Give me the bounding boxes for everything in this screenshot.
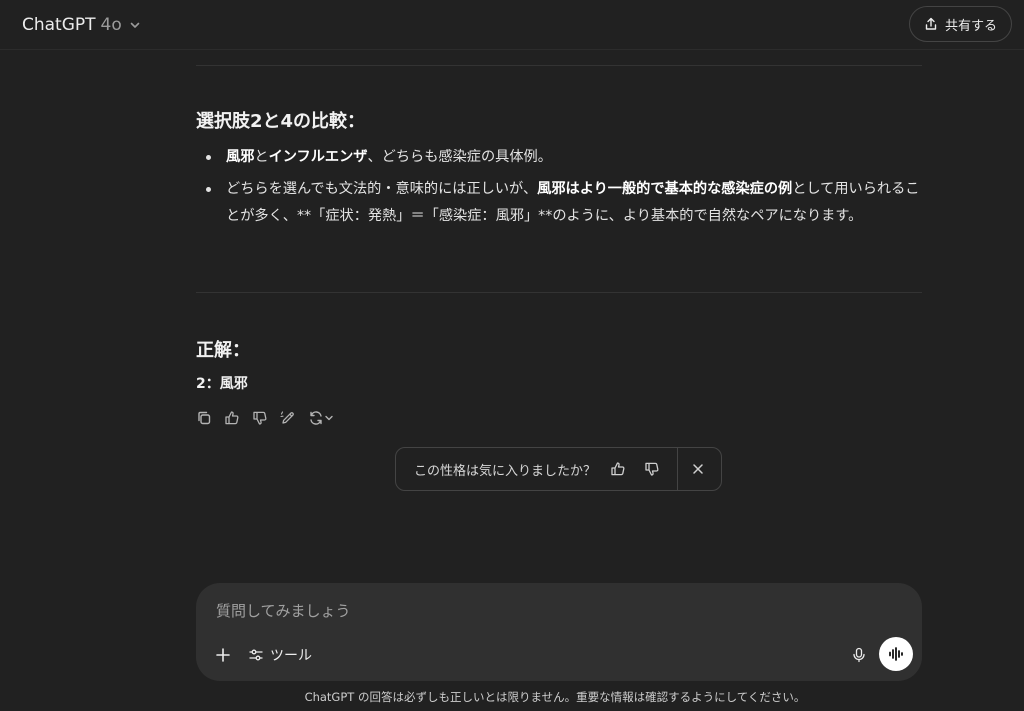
- section-heading-answer: 正解：: [196, 340, 250, 361]
- edit-icon: [280, 411, 294, 424]
- list-text: どちらを選んでも文法的・意味的には正しいが、: [226, 181, 538, 197]
- copy-button[interactable]: [193, 407, 215, 429]
- chevron-down-icon: [130, 22, 140, 28]
- top-bar: ChatGPT 4o 共有する: [0, 0, 1024, 50]
- close-icon: [693, 464, 703, 474]
- good-response-button[interactable]: [221, 407, 243, 429]
- regenerate-icon: [310, 411, 322, 425]
- thumbs-up-icon: [225, 411, 239, 425]
- add-attachment-button[interactable]: [210, 642, 236, 668]
- thumbs-up-icon: [611, 462, 625, 476]
- answer-text: 2：風邪: [196, 376, 248, 392]
- share-icon: [925, 17, 937, 30]
- divider: [196, 292, 922, 293]
- plus-icon: [216, 648, 230, 662]
- feedback-like-button[interactable]: [601, 454, 635, 484]
- regenerate-button[interactable]: [305, 407, 337, 429]
- chevron-down-icon: [325, 415, 333, 421]
- model-name: ChatGPT: [22, 15, 96, 35]
- share-button[interactable]: 共有する: [908, 6, 1012, 42]
- copy-icon: [198, 411, 211, 425]
- section-heading-comparison: 選択肢2と4の比較：: [196, 111, 366, 132]
- list-text: と: [254, 149, 269, 165]
- bad-response-button[interactable]: [249, 407, 271, 429]
- prompt-input[interactable]: [216, 599, 856, 623]
- personality-feedback-card: この性格は気に入りましたか？: [395, 447, 722, 491]
- voice-mode-icon: [889, 647, 903, 661]
- mic-icon: [853, 647, 865, 663]
- share-label: 共有する: [944, 17, 997, 33]
- composer: ツール: [196, 583, 922, 681]
- footer-disclaimer: ChatGPT の回答は必ずしも正しいとは限りません。重要な情報は確認するように…: [304, 690, 806, 704]
- edit-button[interactable]: [277, 407, 299, 429]
- bold-text: インフルエンザ: [268, 149, 368, 165]
- tools-label: ツール: [270, 648, 312, 664]
- list-item: どちらを選んでも文法的・意味的には正しいが、風邪はより一般的で基本的な感染症の例…: [196, 176, 924, 230]
- bold-text: 風邪: [226, 149, 255, 165]
- bullet-list: 風邪とインフルエンザ、どちらも感染症の具体例。 どちらを選んでも文法的・意味的に…: [196, 144, 924, 235]
- sliders-icon: [249, 649, 263, 661]
- feedback-dislike-button[interactable]: [635, 454, 669, 484]
- divider: [196, 65, 922, 66]
- tools-button[interactable]: ツール: [244, 641, 316, 669]
- feedback-question: この性格は気に入りましたか？: [414, 463, 597, 479]
- list-text: 、どちらも感染症の具体例。: [367, 149, 552, 165]
- voice-mode-button[interactable]: [879, 637, 913, 671]
- dictate-button[interactable]: [846, 642, 872, 668]
- feedback-close-button[interactable]: [678, 447, 718, 491]
- model-version: 4o: [100, 15, 122, 35]
- thumbs-down-icon: [645, 462, 659, 476]
- bold-text: 風邪はより一般的で基本的な感染症の例: [537, 181, 793, 197]
- thumbs-down-icon: [253, 411, 267, 425]
- message-actions: [193, 407, 337, 429]
- list-item: 風邪とインフルエンザ、どちらも感染症の具体例。: [196, 144, 924, 171]
- model-switcher[interactable]: ChatGPT 4o: [12, 10, 151, 40]
